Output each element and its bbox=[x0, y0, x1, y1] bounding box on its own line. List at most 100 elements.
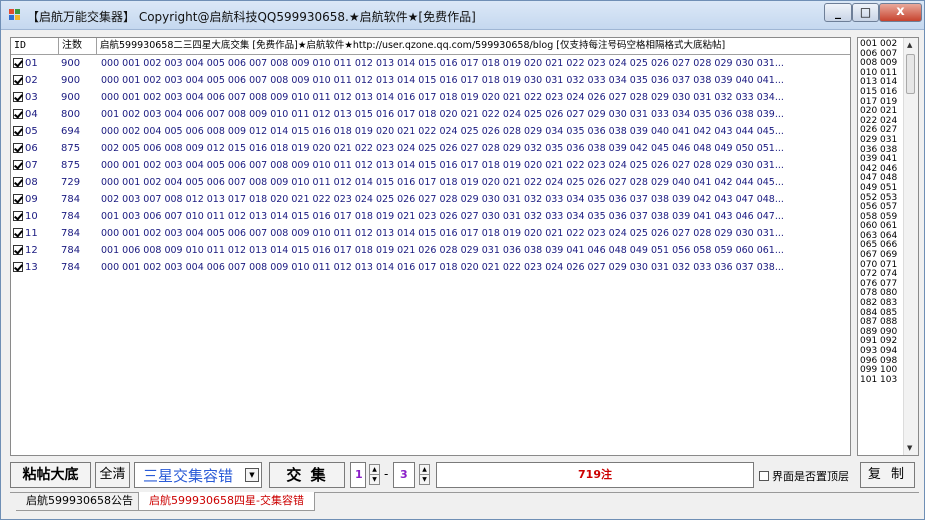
topmost-label: 界面是否置顶层 bbox=[772, 470, 849, 483]
bottom-toolbar: 粘帖大底 全清 三星交集容错 ▼ 交 集 1 ▲ ▼ - 3 ▲ ▼ 719注 … bbox=[10, 462, 919, 490]
from-value: 1 bbox=[355, 468, 363, 481]
stepper-down-icon[interactable]: ▼ bbox=[370, 475, 379, 484]
table-row[interactable]: 02 900 000 001 002 003 004 005 006 007 008… bbox=[11, 72, 850, 89]
range-dash: - bbox=[384, 467, 389, 481]
scroll-up-icon[interactable]: ▲ bbox=[907, 41, 912, 49]
to-stepper[interactable]: ▲ ▼ bbox=[419, 464, 430, 485]
copy-button[interactable]: 复 制 bbox=[860, 462, 915, 488]
mode-select-value: 三星交集容错 bbox=[143, 467, 234, 485]
row-id[interactable]: 05 bbox=[13, 123, 61, 140]
row-checkbox[interactable] bbox=[13, 109, 23, 119]
result-list[interactable]: 001 002 006 007 008 009 010 011 013 014 015 0… bbox=[857, 37, 919, 456]
row-checkbox[interactable] bbox=[13, 211, 23, 221]
row-id-text: 08 bbox=[25, 177, 38, 188]
row-count: 875 bbox=[61, 160, 81, 171]
row-numbers: 001 006 008 009 010 011 012 013 014 015 … bbox=[101, 245, 784, 256]
row-id[interactable]: 07 bbox=[13, 157, 61, 174]
topmost-checkbox[interactable] bbox=[759, 471, 769, 481]
table-row[interactable]: 13 784 000 001 002 003 004 006 007 008 009… bbox=[11, 259, 850, 276]
stepper-up-icon[interactable]: ▲ bbox=[420, 465, 429, 475]
row-id[interactable]: 03 bbox=[13, 89, 61, 106]
row-checkbox[interactable] bbox=[13, 75, 23, 85]
row-id[interactable]: 12 bbox=[13, 242, 61, 259]
to-input[interactable]: 3 bbox=[393, 462, 415, 488]
row-count: 729 bbox=[61, 177, 81, 188]
row-numbers: 000 001 002 003 004 005 006 007 008 009 … bbox=[101, 75, 784, 86]
row-id-text: 10 bbox=[25, 211, 38, 222]
table-row[interactable]: 10 784 001 003 006 007 010 011 012 013 014… bbox=[11, 208, 850, 225]
table-row[interactable]: 03 900 000 001 002 003 004 006 007 008 009… bbox=[11, 89, 850, 106]
table-row[interactable]: 06 875 002 005 006 008 009 012 015 016 018… bbox=[11, 140, 850, 157]
tab-four-star[interactable]: 启航599930658四星-交集容错 bbox=[138, 492, 315, 511]
header-id[interactable]: ID bbox=[11, 38, 59, 54]
row-numbers: 001 002 003 004 006 007 008 009 010 011 … bbox=[101, 109, 784, 120]
header-count[interactable]: 注数 bbox=[59, 38, 97, 54]
from-stepper[interactable]: ▲ ▼ bbox=[369, 464, 380, 485]
data-grid[interactable]: ID 注数 启航599930658二三四星大底交集 [免费作品]★启航软件★ht… bbox=[10, 37, 851, 456]
row-id[interactable]: 04 bbox=[13, 106, 61, 123]
row-checkbox[interactable] bbox=[13, 58, 23, 68]
minimize-button[interactable]: _ bbox=[824, 3, 852, 22]
grid-rows: 01 900 000 001 002 003 004 005 006 007 008… bbox=[11, 55, 850, 276]
row-numbers: 000 001 002 003 004 005 006 007 008 009 … bbox=[101, 160, 784, 171]
row-checkbox[interactable] bbox=[13, 245, 23, 255]
row-id[interactable]: 01 bbox=[13, 55, 61, 72]
table-row[interactable]: 08 729 000 001 002 004 005 006 007 008 009… bbox=[11, 174, 850, 191]
mode-select[interactable]: 三星交集容错 ▼ bbox=[134, 462, 262, 488]
row-id-text: 04 bbox=[25, 109, 38, 120]
table-row[interactable]: 09 784 002 003 007 008 012 013 017 018 020… bbox=[11, 191, 850, 208]
row-id[interactable]: 10 bbox=[13, 208, 61, 225]
table-row[interactable]: 12 784 001 006 008 009 010 011 012 013 014… bbox=[11, 242, 850, 259]
stepper-up-icon[interactable]: ▲ bbox=[370, 465, 379, 475]
topmost-toggle[interactable]: 界面是否置顶层 bbox=[759, 468, 849, 484]
result-list-items: 001 002 006 007 008 009 010 011 013 014 015 0… bbox=[860, 39, 904, 386]
row-checkbox[interactable] bbox=[13, 160, 23, 170]
row-checkbox[interactable] bbox=[13, 126, 23, 136]
row-checkbox[interactable] bbox=[13, 262, 23, 272]
list-item[interactable]: 101 103 bbox=[860, 375, 904, 386]
row-numbers: 000 001 002 003 004 005 006 007 008 009 … bbox=[101, 58, 784, 69]
row-numbers: 000 001 002 003 004 005 006 007 008 009 … bbox=[101, 228, 784, 239]
table-row[interactable]: 11 784 000 001 002 003 004 005 006 007 008… bbox=[11, 225, 850, 242]
intersect-button[interactable]: 交 集 bbox=[269, 462, 345, 488]
row-id-text: 07 bbox=[25, 160, 38, 171]
row-id[interactable]: 13 bbox=[13, 259, 61, 276]
to-value: 3 bbox=[400, 468, 408, 481]
clear-all-button[interactable]: 全清 bbox=[95, 462, 130, 488]
table-row[interactable]: 05 694 000 002 004 005 006 008 009 012 014… bbox=[11, 123, 850, 140]
maximize-button[interactable]: □ bbox=[852, 3, 879, 22]
row-numbers: 000 001 002 004 005 006 007 008 009 010 … bbox=[101, 177, 784, 188]
row-checkbox[interactable] bbox=[13, 92, 23, 102]
row-count: 694 bbox=[61, 126, 81, 137]
row-id[interactable]: 02 bbox=[13, 72, 61, 89]
title-bar[interactable]: 【启航万能交集器】 Copyright@启航科技QQ599930658.★启航软… bbox=[1, 1, 924, 30]
stepper-down-icon[interactable]: ▼ bbox=[420, 475, 429, 484]
scroll-down-icon[interactable]: ▼ bbox=[907, 444, 912, 452]
table-row[interactable]: 04 800 001 002 003 004 006 007 008 009 010… bbox=[11, 106, 850, 123]
header-data[interactable]: 启航599930658二三四星大底交集 [免费作品]★启航软件★http://u… bbox=[97, 38, 850, 54]
table-row[interactable]: 07 875 000 001 002 003 004 005 006 007 008… bbox=[11, 157, 850, 174]
row-checkbox[interactable] bbox=[13, 228, 23, 238]
app-window: 【启航万能交集器】 Copyright@启航科技QQ599930658.★启航软… bbox=[0, 0, 925, 520]
row-id[interactable]: 11 bbox=[13, 225, 61, 242]
row-count: 784 bbox=[61, 262, 81, 273]
row-id[interactable]: 08 bbox=[13, 174, 61, 191]
tab-notice[interactable]: 启航599930658公告 bbox=[16, 492, 143, 511]
tab-bar: 启航599930658公告 启航599930658四星-交集容错 bbox=[10, 492, 919, 512]
row-count: 900 bbox=[61, 58, 81, 69]
row-count: 784 bbox=[61, 228, 81, 239]
row-id-text: 03 bbox=[25, 92, 38, 103]
table-row[interactable]: 01 900 000 001 002 003 004 005 006 007 008… bbox=[11, 55, 850, 72]
row-checkbox[interactable] bbox=[13, 177, 23, 187]
result-list-scrollbar[interactable]: ▲ ▼ bbox=[903, 38, 918, 455]
row-numbers: 000 001 002 003 004 006 007 008 009 010 … bbox=[101, 92, 784, 103]
row-checkbox[interactable] bbox=[13, 143, 23, 153]
row-id[interactable]: 06 bbox=[13, 140, 61, 157]
paste-button[interactable]: 粘帖大底 bbox=[10, 462, 91, 488]
row-checkbox[interactable] bbox=[13, 194, 23, 204]
close-button[interactable]: x bbox=[879, 3, 922, 22]
from-input[interactable]: 1 bbox=[350, 462, 366, 488]
chevron-down-icon[interactable]: ▼ bbox=[245, 468, 259, 482]
row-id[interactable]: 09 bbox=[13, 191, 61, 208]
scroll-thumb[interactable] bbox=[906, 54, 915, 94]
